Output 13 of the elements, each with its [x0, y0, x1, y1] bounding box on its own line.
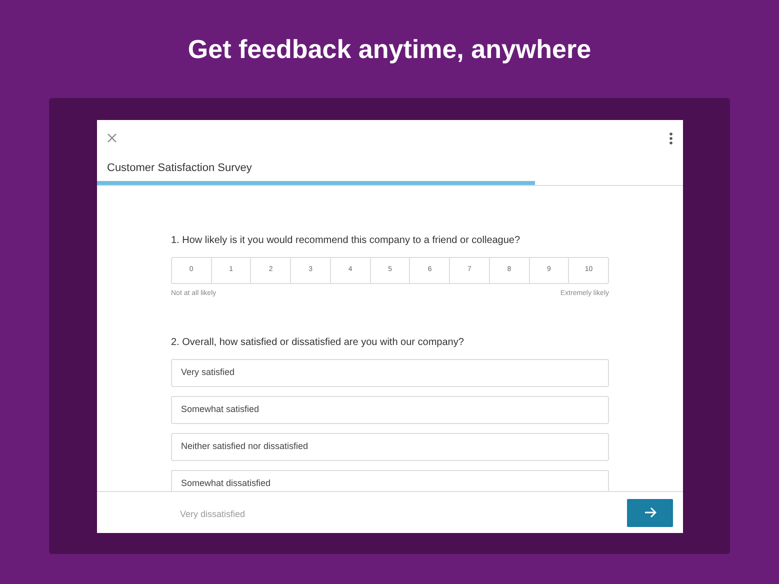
headline: Get feedback anytime, anywhere	[188, 34, 592, 66]
question-text: 1. How likely is it you would recommend this company to a friend or colleague?	[171, 234, 522, 248]
menu-icon[interactable]	[669, 132, 673, 144]
survey-title: Customer Satisfaction Survey	[106, 161, 253, 176]
question-text: 2. Overall, how satisfied or dissatisfied are you with our company?	[171, 336, 465, 350]
answer-option[interactable]: Very satisfied	[171, 358, 609, 386]
close-icon[interactable]	[107, 133, 117, 143]
arrow-icon	[644, 507, 656, 518]
answer-option[interactable]: Somewhat satisfied	[171, 396, 609, 424]
answer-option: Very dissatisfied	[180, 508, 246, 518]
answer-option[interactable]: Neither satisfied nor dissatisfied	[171, 432, 609, 460]
answer-option[interactable]: Somewhat dissatisfied	[171, 470, 609, 491]
next-button[interactable]	[627, 498, 673, 526]
